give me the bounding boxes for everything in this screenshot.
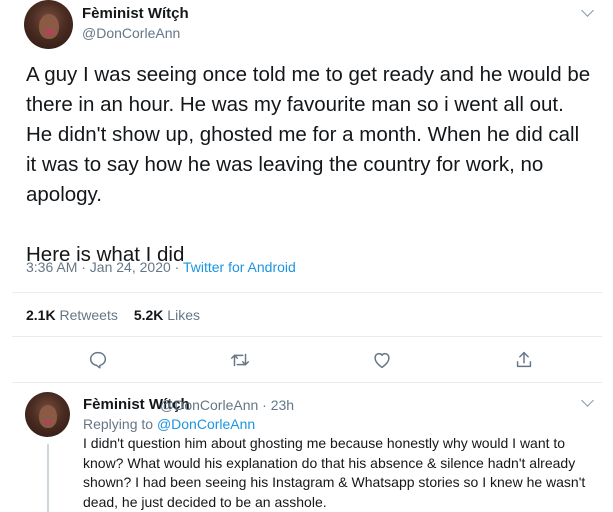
avatar-face [38,13,60,40]
avatar-face [38,404,58,428]
author-handle[interactable]: @DonCorleAnn [82,25,180,41]
likes-count: 5.2K [133,307,164,323]
share-icon[interactable] [513,349,535,371]
heart-icon[interactable] [371,349,393,371]
tweet-text: A guy I was seeing once told me to get r… [26,63,591,266]
retweets-count: 2.1K [26,307,56,323]
author-avatar[interactable] [24,0,73,49]
comment-icon[interactable] [87,349,109,371]
tweet-timestamp[interactable]: 3:36 AM · Jan 24, 2020 [26,259,171,275]
replying-to-label: Replying to [83,416,154,432]
divider [12,292,602,293]
tweet-source-link[interactable]: Twitter for Android [183,259,296,275]
reply-author-handle-time[interactable]: @DonCorleAnn · 23h [160,397,294,413]
retweet-icon[interactable] [229,349,251,371]
chevron-down-icon[interactable] [581,394,594,407]
chevron-down-icon[interactable] [581,4,594,17]
author-name[interactable]: Fèminist Wítçh [82,5,189,22]
thread-line [47,444,49,512]
meta-separator: · [170,259,183,275]
tweet-stats: 2.1K Retweets 5.2K Likes [26,307,200,323]
retweets-label: Retweets [59,307,118,323]
tweet-meta: 3:36 AM · Jan 24, 2020 · Twitter for And… [26,259,296,275]
replying-to: Replying to @DonCorleAnn [83,416,255,432]
divider [12,336,602,337]
retweets-stat[interactable]: 2.1K Retweets [26,307,118,323]
reply-author-avatar[interactable] [25,392,70,437]
divider [12,382,602,383]
reply-text: I didn't question him about ghosting me … [83,435,586,510]
likes-label: Likes [167,307,200,323]
replying-to-handle-link[interactable]: @DonCorleAnn [157,416,255,432]
avatar-lips [45,30,54,34]
likes-stat[interactable]: 5.2K Likes [134,307,200,323]
